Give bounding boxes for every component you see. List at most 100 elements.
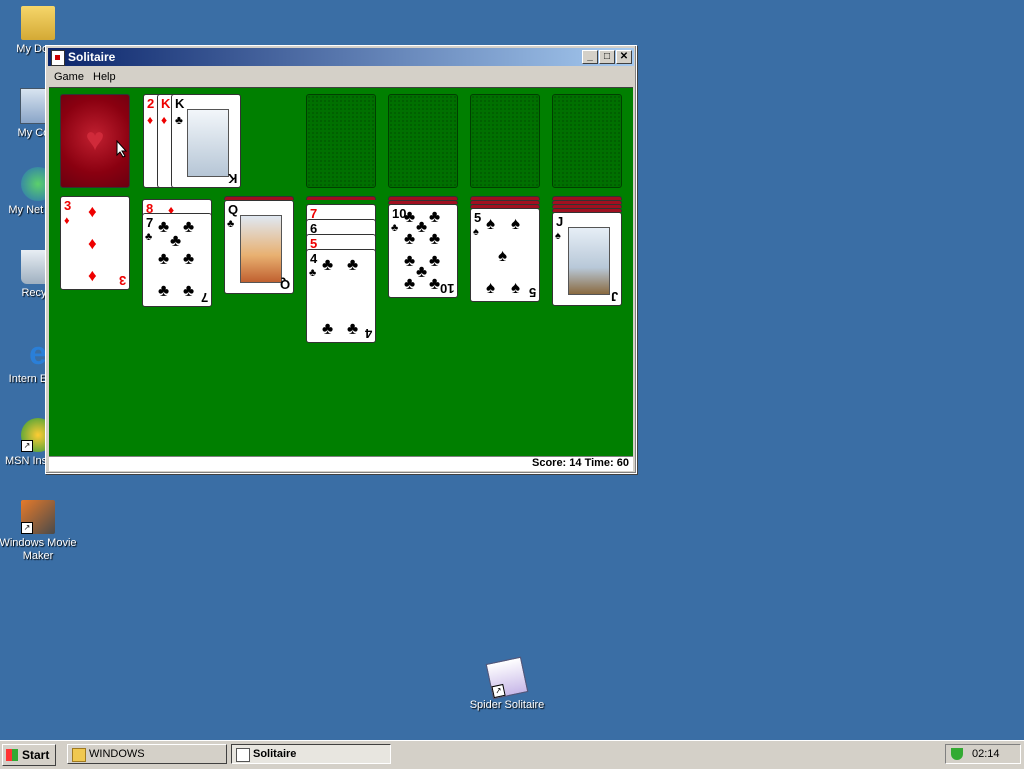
heart-crown-back-icon: ♥ bbox=[85, 121, 105, 157]
card-suit: ♣ bbox=[175, 113, 183, 127]
foundation-slot-3[interactable] bbox=[470, 94, 540, 188]
card-pip: ♣ bbox=[170, 231, 182, 250]
card-pip: ♣ bbox=[183, 217, 195, 236]
card-rank: J bbox=[556, 214, 564, 229]
card-rank: K bbox=[175, 96, 185, 111]
card-pip: ♣ bbox=[416, 217, 428, 236]
start-button[interactable]: Start bbox=[2, 744, 56, 766]
task-windows[interactable]: WINDOWS bbox=[67, 744, 227, 764]
title-bar[interactable]: Solitaire _ □ ✕ bbox=[48, 48, 634, 66]
card-rank: 5 bbox=[474, 210, 482, 225]
card-pip: ♣ bbox=[183, 249, 195, 268]
solitaire-window: Solitaire _ □ ✕ Game Help ♥ 2 ♦ K ♦ K ♣ … bbox=[45, 45, 637, 474]
card-pip: ♣ bbox=[158, 217, 170, 236]
desktop-icon-windows-movie-maker[interactable]: ↗ Windows Movie Maker bbox=[0, 500, 78, 563]
foundation-slot-4[interactable] bbox=[552, 94, 622, 188]
menu-bar: Game Help bbox=[48, 68, 634, 86]
window-title: Solitaire bbox=[68, 50, 116, 64]
clock[interactable]: 02:14 bbox=[972, 748, 1000, 760]
desktop-icon-label: Spider Solitaire bbox=[469, 699, 545, 711]
minimize-button[interactable]: _ bbox=[582, 50, 598, 64]
card-rank: Q bbox=[279, 277, 290, 292]
card-pip: ♣ bbox=[347, 255, 359, 274]
tableau-card[interactable]: 5 ♠ ♠ ♠ ♠ ♠ ♠ 5 bbox=[470, 208, 540, 302]
menu-help[interactable]: Help bbox=[93, 71, 116, 83]
taskbar: Start WINDOWS Solitaire 02:14 bbox=[0, 740, 1024, 769]
card-pip: ♣ bbox=[429, 229, 441, 248]
task-label: WINDOWS bbox=[89, 748, 145, 760]
system-tray: 02:14 bbox=[945, 744, 1021, 764]
card-rank: 4 bbox=[364, 326, 372, 341]
card-pip: ♣ bbox=[158, 249, 170, 268]
card-rank: 10 bbox=[439, 281, 454, 296]
windows-logo-icon bbox=[6, 749, 18, 761]
movie-maker-icon: ↗ bbox=[21, 500, 55, 534]
card-suit: ♣ bbox=[227, 218, 235, 230]
card-suit: ♦ bbox=[147, 113, 154, 127]
card-suit: ♠ bbox=[555, 230, 561, 242]
card-pip: ♠ bbox=[498, 246, 508, 265]
card-rank: Q bbox=[228, 202, 239, 217]
card-pip: ♣ bbox=[404, 207, 416, 226]
tableau-card[interactable]: 7 ♣ ♣ ♣ ♣ ♣ ♣ ♣ ♣ 7 bbox=[142, 213, 212, 307]
card-pip: ♦ bbox=[88, 234, 97, 253]
score-time-status: Score: 14 Time: 60 bbox=[531, 457, 629, 469]
task-label: Solitaire bbox=[253, 748, 297, 760]
card-rank: 5 bbox=[528, 285, 536, 300]
card-pip: ♣ bbox=[322, 319, 334, 338]
card-suit: ♠ bbox=[473, 226, 479, 238]
card-pip: ♦ bbox=[88, 266, 97, 285]
card-pip: ♠ bbox=[486, 214, 496, 233]
start-label: Start bbox=[22, 748, 50, 762]
status-bar: Score: 14 Time: 60 bbox=[49, 456, 633, 471]
card-rank: 4 bbox=[310, 251, 318, 266]
card-suit: ♣ bbox=[309, 267, 317, 279]
tableau-card[interactable]: J ♠ J bbox=[552, 212, 622, 306]
task-solitaire[interactable]: Solitaire bbox=[231, 744, 391, 764]
folder-icon bbox=[21, 6, 55, 40]
waste-top-card[interactable]: K ♣ K bbox=[171, 94, 241, 188]
tableau-card[interactable]: Q ♣ Q bbox=[224, 200, 294, 294]
shortcut-arrow-icon: ↗ bbox=[21, 440, 33, 452]
card-pip: ♣ bbox=[429, 251, 441, 270]
tableau-card[interactable]: 4 ♣ ♣ ♣ ♣ ♣ 4 bbox=[306, 249, 376, 343]
solitaire-app-icon bbox=[51, 50, 65, 66]
card-rank: 2 bbox=[147, 96, 155, 111]
game-board: ♥ 2 ♦ K ♦ K ♣ K 3 ♦ ♦ ♦ ♦ 3 8 ♦ 7 ♣ ♣ ♣ … bbox=[49, 87, 633, 456]
foundation-slot-1[interactable] bbox=[306, 94, 376, 188]
security-shield-icon[interactable] bbox=[951, 748, 963, 760]
card-rank: 7 bbox=[146, 215, 154, 230]
card-pip: ♣ bbox=[416, 262, 428, 281]
card-pip: ♣ bbox=[429, 274, 441, 293]
card-pip: ♠ bbox=[511, 278, 521, 297]
card-pip: ♣ bbox=[404, 274, 416, 293]
card-rank: K bbox=[227, 171, 237, 186]
card-rank: K bbox=[161, 96, 171, 111]
shortcut-arrow-icon: ↗ bbox=[21, 522, 33, 534]
card-pip: ♣ bbox=[429, 207, 441, 226]
card-pip: ♣ bbox=[347, 319, 359, 338]
card-suit: ♣ bbox=[145, 231, 153, 243]
folder-icon bbox=[72, 748, 86, 762]
card-suit: ♦ bbox=[64, 215, 70, 227]
king-face-art bbox=[187, 109, 229, 177]
card-rank: J bbox=[610, 289, 618, 304]
foundation-slot-2[interactable] bbox=[388, 94, 458, 188]
queen-face-art bbox=[240, 215, 282, 283]
close-button[interactable]: ✕ bbox=[616, 50, 632, 64]
card-rank: 3 bbox=[64, 198, 72, 213]
desktop-icon-spider-solitaire[interactable]: ↗ Spider Solitaire bbox=[467, 656, 547, 712]
card-pip: ♣ bbox=[322, 255, 334, 274]
card-pip: ♦ bbox=[88, 202, 97, 221]
tableau-card[interactable]: 10 ♣ ♣ ♣ ♣ ♣ ♣ ♣ ♣ ♣ ♣ ♣ 10 bbox=[388, 204, 458, 298]
menu-game[interactable]: Game bbox=[54, 71, 84, 83]
card-rank: 7 bbox=[200, 290, 208, 305]
maximize-button[interactable]: □ bbox=[599, 50, 615, 64]
card-suit: ♣ bbox=[391, 222, 399, 234]
card-pip: ♠ bbox=[486, 278, 496, 297]
shortcut-arrow-icon: ↗ bbox=[491, 683, 506, 699]
tableau-card[interactable]: 3 ♦ ♦ ♦ ♦ 3 bbox=[60, 196, 130, 290]
spider-solitaire-icon: ↗ bbox=[485, 656, 529, 700]
desktop-icon-label: Windows Movie Maker bbox=[0, 537, 77, 562]
facedown-card-edge bbox=[306, 196, 376, 200]
